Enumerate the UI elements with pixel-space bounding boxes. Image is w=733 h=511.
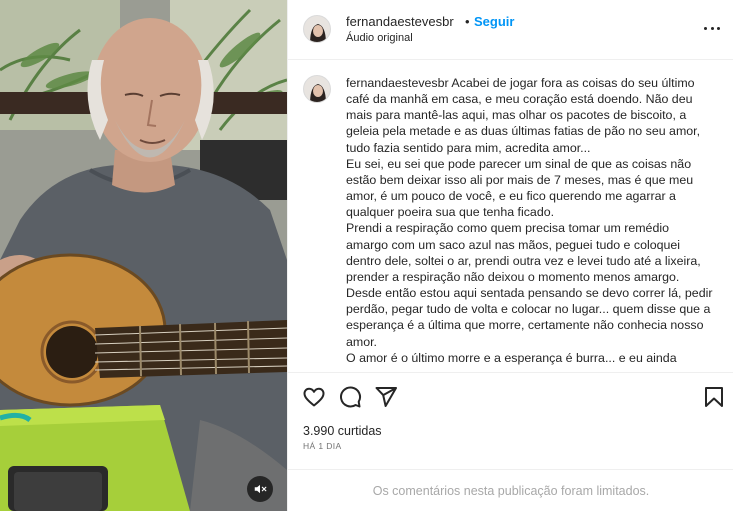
separator-dot: • bbox=[465, 14, 470, 29]
dot bbox=[704, 26, 707, 30]
caption-body: Acabei de jogar fora as coisas do seu úl… bbox=[346, 76, 713, 365]
mute-button[interactable] bbox=[247, 476, 273, 502]
caption-username[interactable]: fernandaestevesbr bbox=[346, 76, 449, 90]
avatar[interactable] bbox=[303, 15, 331, 43]
comment-button[interactable] bbox=[338, 385, 362, 409]
post-side-panel: fernandaestevesbr • Seguir Áudio origina… bbox=[287, 0, 733, 511]
heart-icon bbox=[303, 387, 325, 407]
dot bbox=[710, 26, 714, 30]
caption-section: fernandaestevesbr Acabei de jogar fora a… bbox=[288, 61, 733, 372]
post-header: fernandaestevesbr • Seguir Áudio origina… bbox=[288, 0, 733, 60]
comments-limited-notice: Os comentários nesta publicação foram li… bbox=[288, 469, 733, 511]
caption-text: fernandaestevesbr Acabei de jogar fora a… bbox=[346, 75, 714, 366]
post-timestamp[interactable]: HÁ 1 DIA bbox=[303, 441, 342, 451]
likes-count[interactable]: 3.990 curtidas bbox=[303, 424, 382, 438]
avatar[interactable] bbox=[303, 75, 331, 103]
speaker-muted-icon bbox=[254, 484, 267, 494]
more-options-icon[interactable] bbox=[704, 20, 720, 36]
post-author-username[interactable]: fernandaestevesbr bbox=[346, 14, 454, 29]
like-button[interactable] bbox=[302, 385, 326, 409]
profile-photo bbox=[304, 76, 330, 102]
dot bbox=[717, 26, 720, 30]
video-frame bbox=[0, 0, 287, 511]
post-media[interactable] bbox=[0, 0, 287, 511]
audio-label[interactable]: Áudio original bbox=[346, 32, 413, 44]
bookmark-icon bbox=[705, 387, 723, 407]
share-button[interactable] bbox=[374, 385, 398, 409]
send-icon bbox=[375, 387, 397, 407]
action-bar bbox=[288, 372, 733, 422]
save-button[interactable] bbox=[702, 385, 726, 409]
comment-icon bbox=[340, 386, 362, 408]
profile-photo bbox=[304, 16, 330, 42]
follow-button[interactable]: Seguir bbox=[474, 14, 514, 29]
